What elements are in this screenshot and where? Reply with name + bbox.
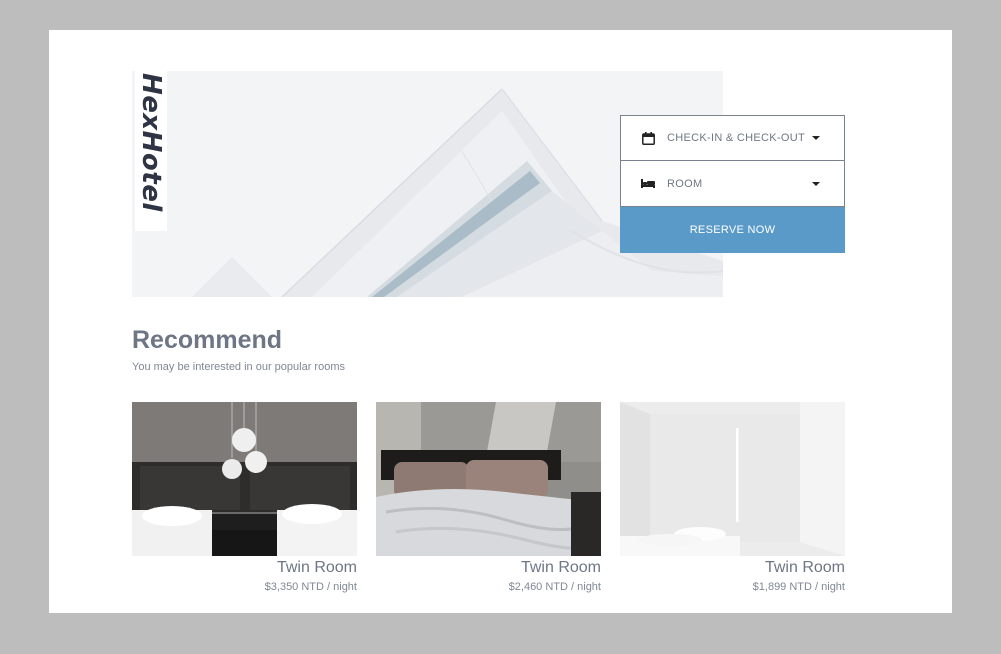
room-price: $3,350 NTD / night (264, 581, 357, 593)
booking-widget: CHECK-IN & CHECK-OUT ROOM RESERVE NOW (620, 115, 845, 253)
section-title: Recommend (132, 326, 283, 354)
bed-icon (641, 177, 655, 191)
section-subtitle: You may be interested in our popular roo… (132, 361, 345, 373)
room-card[interactable]: Twin Room $3,350 NTD / night (132, 402, 357, 602)
page-container: HexHotel CHECK-IN & CHECK-OUT ROOM RESER… (49, 30, 952, 613)
room-select[interactable]: ROOM (620, 161, 845, 207)
brand-logo[interactable]: HexHotel (135, 71, 167, 231)
chevron-down-icon (812, 136, 820, 140)
room-price: $1,899 NTD / night (752, 581, 845, 593)
date-range-select[interactable]: CHECK-IN & CHECK-OUT (620, 115, 845, 161)
room-card-list: Twin Room $3,350 NTD / night Twin Room $… (132, 402, 845, 602)
room-label: ROOM (667, 177, 703, 190)
chevron-down-icon (812, 181, 820, 186)
room-card[interactable]: Twin Room $2,460 NTD / night (376, 402, 601, 602)
room-name: Twin Room (764, 559, 845, 576)
room-photo (132, 402, 357, 556)
room-name: Twin Room (276, 559, 357, 576)
reserve-now-button[interactable]: RESERVE NOW (620, 207, 845, 253)
room-name: Twin Room (520, 559, 601, 576)
room-photo (620, 402, 845, 556)
calendar-icon (641, 131, 655, 145)
room-photo (376, 402, 601, 556)
date-range-label: CHECK-IN & CHECK-OUT (667, 132, 806, 144)
brand-name: HexHotel (136, 73, 166, 212)
room-card[interactable]: Twin Room $1,899 NTD / night (620, 402, 845, 602)
room-price: $2,460 NTD / night (508, 581, 601, 593)
